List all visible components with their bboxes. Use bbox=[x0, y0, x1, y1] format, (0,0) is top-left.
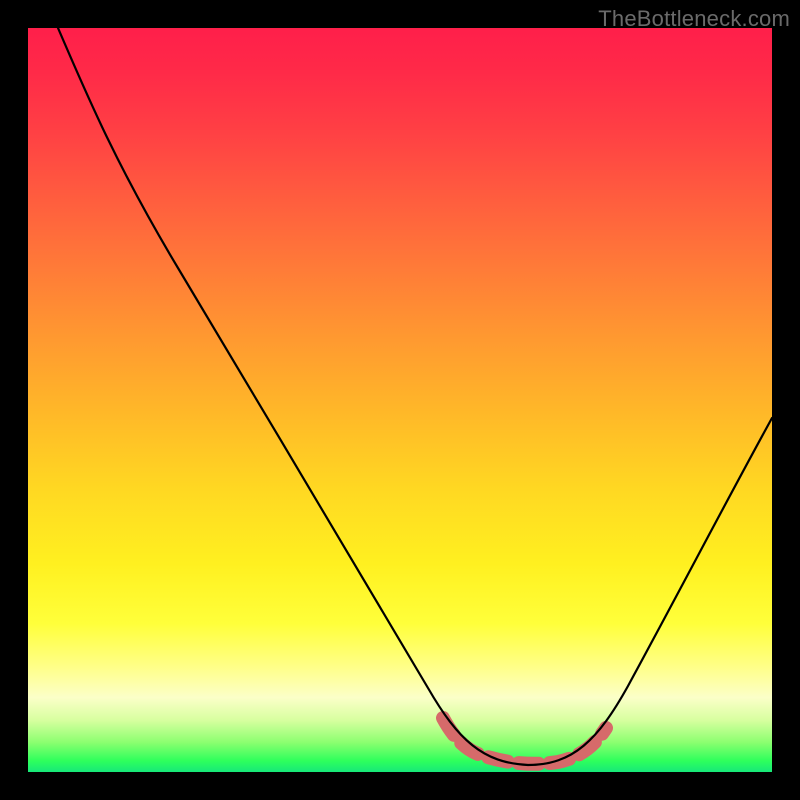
watermark-text: TheBottleneck.com bbox=[598, 6, 790, 32]
plot-area bbox=[28, 28, 772, 772]
chart-frame: TheBottleneck.com bbox=[0, 0, 800, 800]
curve-layer bbox=[28, 28, 772, 772]
bottleneck-curve-line bbox=[58, 28, 772, 765]
